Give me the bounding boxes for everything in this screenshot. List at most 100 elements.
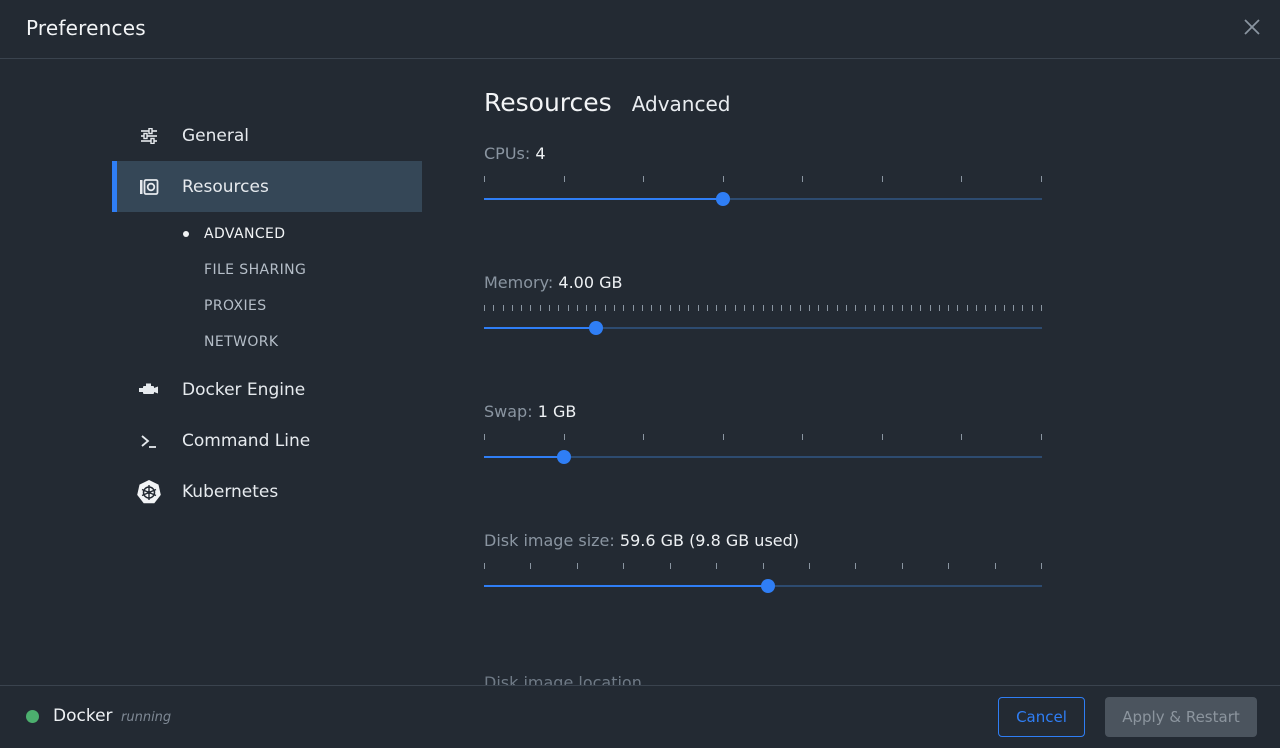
slider-tick bbox=[651, 305, 652, 311]
slider-thumb[interactable] bbox=[716, 192, 731, 206]
cpus-slider[interactable] bbox=[484, 192, 1042, 206]
disk-size-setting: Disk image size: 59.6 GB (9.8 GB used) bbox=[484, 515, 1044, 644]
slider-tick bbox=[882, 176, 883, 182]
swap-slider[interactable] bbox=[484, 450, 1042, 464]
slider-tick bbox=[855, 563, 856, 569]
slider-tick bbox=[633, 305, 634, 311]
cpus-setting: CPUs: 4 bbox=[484, 128, 1044, 257]
memory-slider[interactable] bbox=[484, 321, 1042, 335]
sidebar: General Resources ADVANCED FILE SHARING … bbox=[112, 110, 422, 517]
disk-size-slider[interactable] bbox=[484, 579, 1042, 593]
subnav-item-proxies[interactable]: PROXIES bbox=[112, 288, 422, 324]
slider-tick bbox=[723, 176, 724, 182]
slider-tick bbox=[568, 305, 569, 311]
page-title: Resources bbox=[484, 88, 612, 117]
kubernetes-icon bbox=[136, 479, 162, 503]
slider-tick bbox=[707, 305, 708, 311]
slider-tick bbox=[967, 305, 968, 311]
slider-tick bbox=[865, 305, 866, 311]
subnav-item-label: PROXIES bbox=[204, 298, 267, 314]
slider-tick bbox=[948, 305, 949, 311]
sidebar-item-docker-engine[interactable]: Docker Engine bbox=[112, 364, 422, 415]
slider-tick bbox=[930, 305, 931, 311]
slider-tick bbox=[735, 305, 736, 311]
slider-tick bbox=[874, 305, 875, 311]
window-title: Preferences bbox=[26, 16, 146, 40]
slider-tick bbox=[744, 305, 745, 311]
main-content: Resources Advanced CPUs: 4 Memory: 4.00 … bbox=[484, 88, 1044, 685]
setting-label-text: Disk image size: bbox=[484, 531, 615, 550]
slider-tick bbox=[521, 305, 522, 311]
slider-tick bbox=[1004, 305, 1005, 311]
slider-tick bbox=[961, 434, 962, 440]
disk-location-label: Disk image location bbox=[484, 673, 642, 685]
sidebar-item-resources[interactable]: Resources bbox=[112, 161, 422, 212]
sidebar-item-label: Resources bbox=[182, 176, 269, 197]
slider-ticks bbox=[484, 434, 1042, 440]
close-icon[interactable] bbox=[1242, 17, 1262, 37]
slider-tick bbox=[1022, 305, 1023, 311]
slider-tick bbox=[605, 305, 606, 311]
slider-tick bbox=[883, 305, 884, 311]
slider-thumb[interactable] bbox=[588, 321, 603, 335]
title-bar: Preferences bbox=[0, 0, 1280, 59]
slider-tick bbox=[772, 305, 773, 311]
slider-tick bbox=[882, 434, 883, 440]
slider-tick bbox=[892, 305, 893, 311]
slider-tick bbox=[493, 305, 494, 311]
slider-tick bbox=[790, 305, 791, 311]
slider-fill bbox=[484, 585, 769, 587]
slider-thumb[interactable] bbox=[556, 450, 571, 464]
slider-tick bbox=[643, 434, 644, 440]
engine-icon bbox=[136, 379, 162, 401]
swap-label: Swap: 1 GB bbox=[484, 402, 576, 421]
memory-label: Memory: 4.00 GB bbox=[484, 273, 622, 292]
slider-tick bbox=[595, 305, 596, 311]
slider-tick bbox=[679, 305, 680, 311]
slider-tick bbox=[827, 305, 828, 311]
slider-tick bbox=[530, 305, 531, 311]
slider-tick bbox=[1041, 563, 1042, 569]
slider-ticks bbox=[484, 305, 1042, 311]
subnav-item-advanced[interactable]: ADVANCED bbox=[112, 216, 422, 252]
disk-size-value: 59.6 GB (9.8 GB used) bbox=[619, 531, 800, 550]
cancel-button[interactable]: Cancel bbox=[998, 697, 1085, 737]
slider-tick bbox=[484, 305, 485, 311]
slider-tick bbox=[623, 563, 624, 569]
apply-restart-button[interactable]: Apply & Restart bbox=[1105, 697, 1257, 737]
swap-setting: Swap: 1 GB bbox=[484, 386, 1044, 515]
slider-tick bbox=[995, 563, 996, 569]
subnav-item-label: ADVANCED bbox=[204, 226, 286, 242]
memory-value: 4.00 GB bbox=[558, 273, 623, 292]
slider-tick bbox=[716, 563, 717, 569]
slider-thumb[interactable] bbox=[761, 579, 776, 593]
slider-tick bbox=[995, 305, 996, 311]
sidebar-item-kubernetes[interactable]: Kubernetes bbox=[112, 466, 422, 517]
slider-tick bbox=[1041, 434, 1042, 440]
slider-tick bbox=[716, 305, 717, 311]
slider-tick bbox=[957, 305, 958, 311]
slider-tick bbox=[802, 176, 803, 182]
slider-tick bbox=[549, 305, 550, 311]
slider-tick bbox=[846, 305, 847, 311]
slider-ticks bbox=[484, 563, 1042, 569]
slider-tick bbox=[698, 305, 699, 311]
subnav-item-network[interactable]: NETWORK bbox=[112, 324, 422, 360]
slider-tick bbox=[809, 305, 810, 311]
sidebar-item-label: Docker Engine bbox=[182, 379, 306, 400]
slider-tick bbox=[1041, 176, 1042, 182]
resources-subnav: ADVANCED FILE SHARING PROXIES NETWORK bbox=[112, 212, 422, 364]
subnav-item-file-sharing[interactable]: FILE SHARING bbox=[112, 252, 422, 288]
sidebar-item-general[interactable]: General bbox=[112, 110, 422, 161]
slider-fill bbox=[484, 456, 564, 458]
slider-tick bbox=[781, 305, 782, 311]
sidebar-item-command-line[interactable]: Command Line bbox=[112, 415, 422, 466]
status-indicator-icon bbox=[26, 710, 39, 723]
slider-ticks bbox=[484, 176, 1042, 182]
slider-tick bbox=[643, 176, 644, 182]
slider-tick bbox=[503, 305, 504, 311]
slider-tick bbox=[1013, 305, 1014, 311]
breadcrumb: Resources Advanced bbox=[484, 88, 1044, 128]
setting-label-text: Swap: bbox=[484, 402, 533, 421]
slider-tick bbox=[763, 563, 764, 569]
